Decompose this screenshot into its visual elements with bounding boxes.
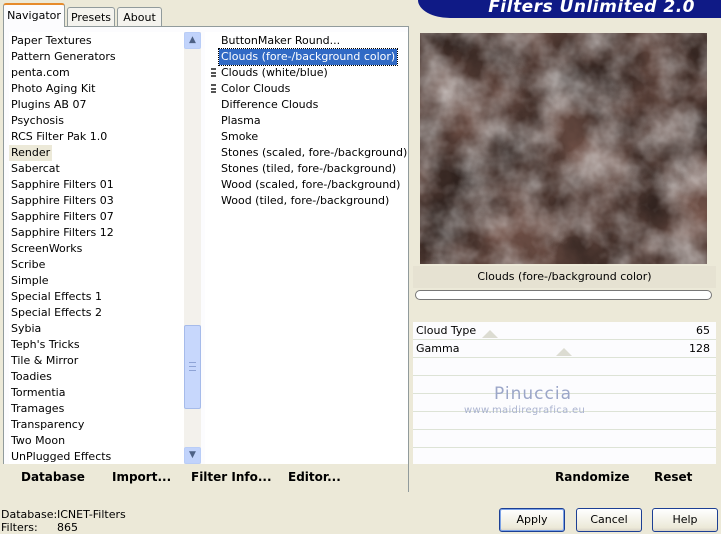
category-item[interactable]: Toadies bbox=[9, 369, 54, 385]
category-item[interactable]: Sapphire Filters 12 bbox=[9, 225, 116, 241]
watermark-name: Pinuccia bbox=[494, 384, 572, 404]
category-item[interactable]: Transparency bbox=[9, 417, 86, 433]
tab-about[interactable]: About bbox=[117, 7, 162, 26]
watermark-url: www.maidiregrafica.eu bbox=[464, 405, 586, 416]
category-item[interactable]: Photo Aging Kit bbox=[9, 81, 97, 97]
apply-button[interactable]: Apply bbox=[499, 508, 565, 532]
progress-bar bbox=[415, 290, 712, 300]
cancel-button[interactable]: Cancel bbox=[576, 508, 642, 532]
category-item[interactable]: UnPlugged Effects bbox=[9, 449, 113, 465]
category-item[interactable]: Sapphire Filters 03 bbox=[9, 193, 116, 209]
category-item[interactable]: RCS Filter Pak 1.0 bbox=[9, 129, 109, 145]
reset-button[interactable]: Reset bbox=[654, 470, 692, 484]
app-title: Filters Unlimited 2.0 bbox=[488, 0, 695, 17]
database-button[interactable]: Database bbox=[21, 470, 85, 484]
category-scrollbar[interactable]: ▲ ▼ bbox=[184, 32, 201, 464]
param-value: 65 bbox=[696, 324, 710, 337]
filter-item[interactable]: Plasma bbox=[219, 113, 263, 129]
status-filters-label: Filters: bbox=[1, 521, 38, 534]
filter-item[interactable]: Stones (tiled, fore-/background) bbox=[219, 161, 398, 177]
category-item[interactable]: Sapphire Filters 07 bbox=[9, 209, 116, 225]
filter-item[interactable]: Color Clouds bbox=[219, 81, 292, 97]
category-item[interactable]: Sabercat bbox=[9, 161, 62, 177]
status-database-value: ICNET-Filters bbox=[57, 508, 126, 521]
help-button[interactable]: Help bbox=[652, 508, 718, 532]
filter-item[interactable]: Difference Clouds bbox=[219, 97, 320, 113]
param-name: Cloud Type bbox=[416, 324, 477, 337]
category-item[interactable]: penta.com bbox=[9, 65, 72, 81]
tab-presets[interactable]: Presets bbox=[67, 7, 115, 26]
title-banner: Filters Unlimited 2.0 bbox=[418, 0, 721, 18]
randomize-button[interactable]: Randomize bbox=[555, 470, 629, 484]
category-item[interactable]: Scribe bbox=[9, 257, 47, 273]
category-item[interactable]: Plugins AB 07 bbox=[9, 97, 88, 113]
filter-list[interactable]: ButtonMaker Round... Clouds (fore-/backgr… bbox=[205, 32, 408, 464]
category-item[interactable]: Psychosis bbox=[9, 113, 66, 129]
grip-icon bbox=[189, 362, 196, 371]
filter-item[interactable]: Stones (scaled, fore-/background) bbox=[219, 145, 409, 161]
filter-item[interactable]: Smoke bbox=[219, 129, 260, 145]
param-row-empty bbox=[413, 448, 716, 465]
status-database-label: Database: bbox=[1, 508, 58, 521]
filter-item[interactable]: Wood (tiled, fore-/background) bbox=[219, 193, 391, 209]
slider-thumb[interactable] bbox=[482, 330, 498, 338]
selected-filter-name: Clouds (fore-/background color) bbox=[413, 266, 716, 288]
category-list[interactable]: Paper Textures Pattern Generators penta.co… bbox=[9, 32, 184, 464]
filter-item[interactable]: Wood (scaled, fore-/background) bbox=[219, 177, 402, 193]
param-row-cloud-type[interactable]: Cloud Type 65 bbox=[413, 322, 716, 340]
category-item[interactable]: Tramages bbox=[9, 401, 66, 417]
status-database: Database: ICNET-Filters bbox=[1, 508, 126, 521]
param-row-gamma[interactable]: Gamma 128 bbox=[413, 340, 716, 358]
scroll-up-arrow-icon[interactable]: ▲ bbox=[184, 32, 201, 49]
editor-button[interactable]: Editor... bbox=[288, 470, 341, 484]
category-item[interactable]: Pattern Generators bbox=[9, 49, 118, 65]
scrollbar-thumb[interactable] bbox=[184, 325, 201, 409]
param-row-empty bbox=[413, 358, 716, 376]
filter-info-button[interactable]: Filter Info... bbox=[191, 470, 272, 484]
category-item[interactable]: Simple bbox=[9, 273, 51, 289]
favorite-marker-icon bbox=[211, 68, 216, 77]
category-item[interactable]: Teph's Tricks bbox=[9, 337, 82, 353]
slider-thumb[interactable] bbox=[556, 348, 572, 356]
param-value: 128 bbox=[689, 342, 710, 355]
favorite-marker-icon bbox=[211, 84, 216, 93]
category-item[interactable]: Tormentia bbox=[9, 385, 67, 401]
category-item[interactable]: Paper Textures bbox=[9, 33, 94, 49]
filter-item[interactable]: ButtonMaker Round... bbox=[219, 33, 342, 49]
category-item[interactable]: Special Effects 1 bbox=[9, 289, 104, 305]
status-filters-value: 865 bbox=[57, 521, 78, 534]
category-item[interactable]: ScreenWorks bbox=[9, 241, 84, 257]
tab-navigator[interactable]: Navigator bbox=[3, 3, 65, 27]
category-item[interactable]: Render bbox=[9, 145, 53, 161]
param-row-empty bbox=[413, 430, 716, 448]
category-item[interactable]: Sapphire Filters 01 bbox=[9, 177, 116, 193]
category-item[interactable]: Special Effects 2 bbox=[9, 305, 104, 321]
category-item[interactable]: Two Moon bbox=[9, 433, 67, 449]
import-button[interactable]: Import... bbox=[112, 470, 171, 484]
filter-item[interactable]: Clouds (white/blue) bbox=[219, 65, 330, 81]
scroll-down-arrow-icon[interactable]: ▼ bbox=[184, 447, 201, 464]
left-button-bar: Database Import... Filter Info... Editor… bbox=[3, 464, 408, 492]
category-item[interactable]: Tile & Mirror bbox=[9, 353, 80, 369]
status-filters: Filters: 865 bbox=[1, 521, 78, 534]
param-name: Gamma bbox=[416, 342, 460, 355]
preview-image bbox=[420, 33, 707, 264]
filter-item[interactable]: Clouds (fore-/background color) bbox=[217, 48, 399, 66]
category-item[interactable]: Sybia bbox=[9, 321, 43, 337]
cloud-render-icon bbox=[420, 33, 707, 264]
right-button-bar: Randomize Reset bbox=[413, 464, 716, 492]
